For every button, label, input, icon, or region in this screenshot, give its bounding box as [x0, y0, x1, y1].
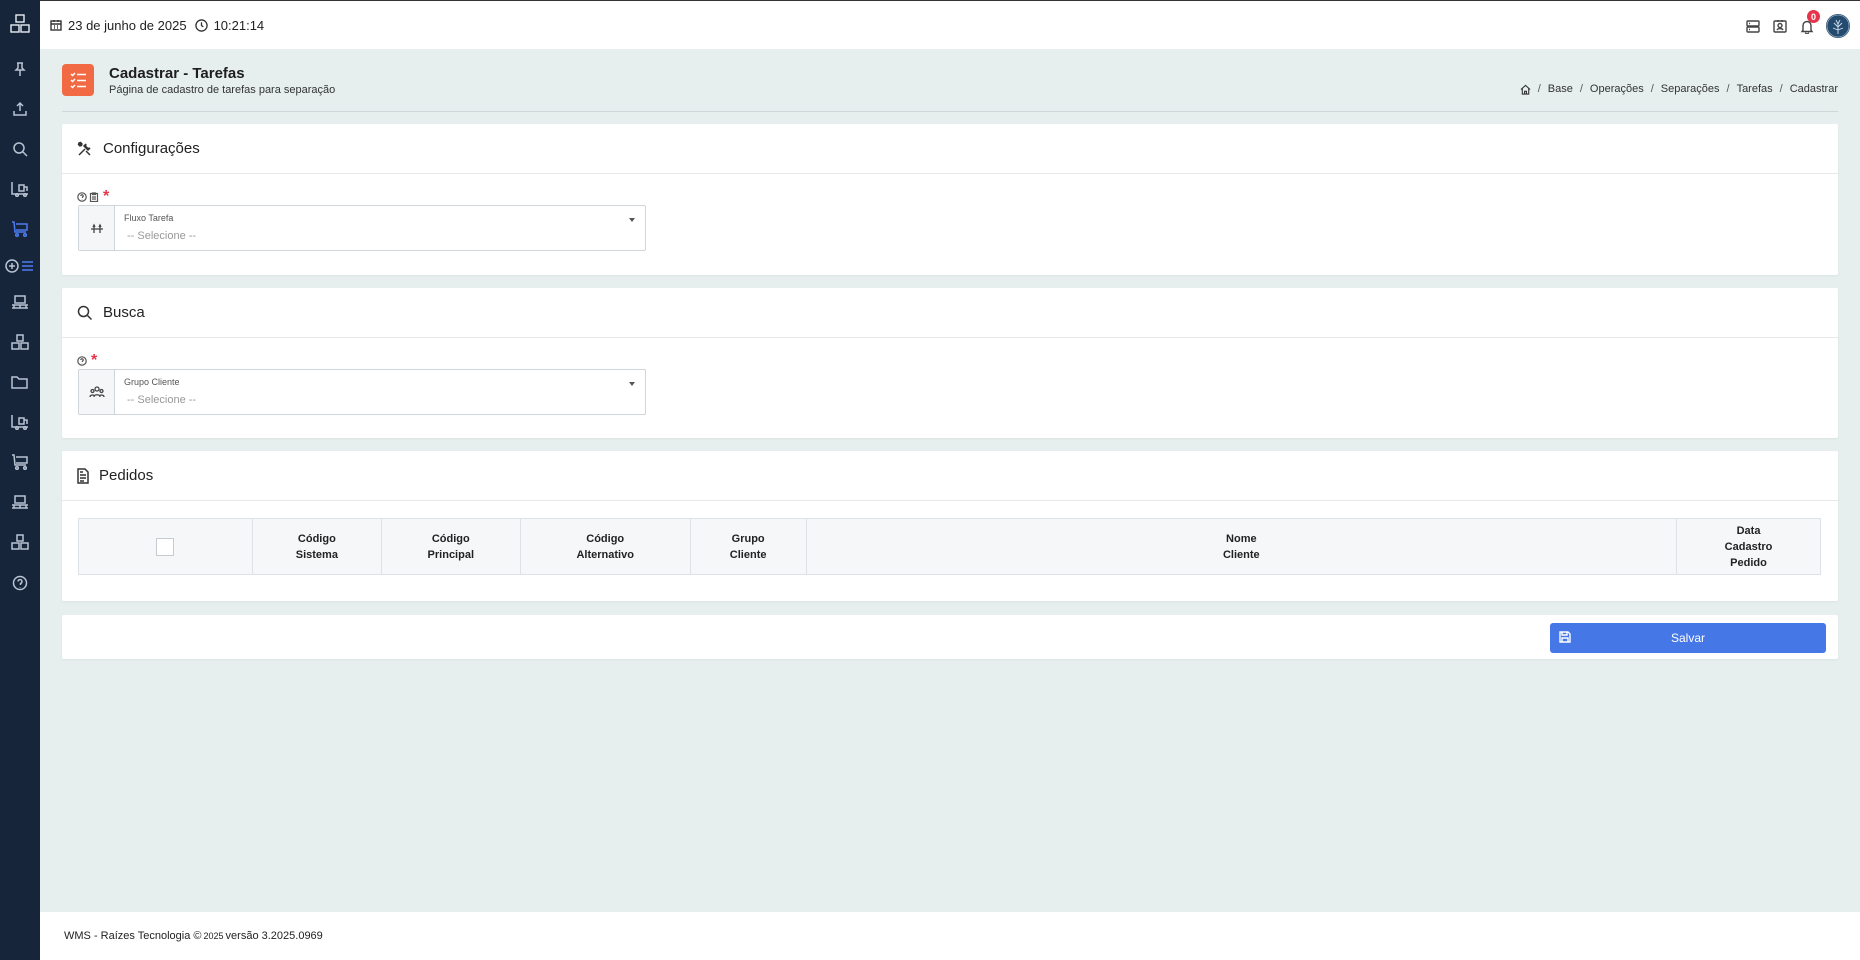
flow-icon [79, 206, 115, 250]
search-card-header: Busca [62, 288, 1838, 338]
clipboard-icon[interactable] [89, 192, 99, 202]
boxes-icon[interactable] [0, 528, 40, 556]
breadcrumb-base[interactable]: Base [1548, 83, 1573, 95]
fluxo-field-meta: * [77, 188, 110, 205]
col-nome-cliente[interactable]: Nome Cliente [805, 518, 1678, 575]
grupo-field-meta: * [77, 352, 98, 369]
page-title: Cadastrar - Tarefas [109, 65, 245, 82]
pallet-icon[interactable] [0, 288, 40, 316]
footer-year: 2025 [203, 931, 224, 941]
current-time: 10:21:14 [213, 17, 265, 33]
select-all-header [78, 518, 253, 575]
help-icon[interactable] [0, 569, 40, 597]
orders-table: Código Sistema Código Principal Código Alte… [78, 518, 1821, 575]
breadcrumb-tarefas[interactable]: Tarefas [1737, 83, 1773, 95]
top-bar: 23 de junho de 2025 10:21:14 0 [40, 0, 1860, 49]
save-icon [1559, 631, 1571, 643]
search-icon[interactable] [0, 135, 40, 163]
upload-icon[interactable] [0, 95, 40, 123]
users-group-icon [79, 370, 115, 414]
tree-logo-icon [1826, 14, 1850, 38]
sidebar [0, 0, 40, 960]
server-icon[interactable] [1740, 13, 1766, 39]
clock-icon [194, 18, 208, 32]
config-card-header: Configurações [62, 124, 1838, 174]
topbar-actions: 0 [1739, 10, 1850, 39]
grupo-cliente-value: -- Selecione -- [127, 394, 197, 406]
help-icon[interactable] [77, 356, 87, 366]
required-indicator: * [103, 188, 110, 205]
notification-badge: 0 [1807, 10, 1820, 23]
config-card-title: Configurações [103, 140, 200, 157]
cart-icon[interactable] [0, 448, 40, 476]
col-data-cadastro-pedido[interactable]: Data Cadastro Pedido [1676, 518, 1821, 575]
select-all-checkbox[interactable] [156, 537, 175, 556]
save-button[interactable]: Salvar [1550, 623, 1826, 653]
chevron-down-icon [629, 218, 635, 222]
page-header: Cadastrar - Tarefas Página de cadastro d… [62, 64, 1838, 112]
footer: WMS - Raízes Tecnologia © 2025 versão 3.… [40, 912, 1860, 960]
pallet-icon[interactable] [0, 488, 40, 516]
page-subtitle: Página de cadastro de tarefas para separ… [109, 84, 336, 96]
user-avatar[interactable] [1826, 14, 1850, 38]
footer-company: WMS - Raízes Tecnologia © [64, 930, 202, 942]
breadcrumb-current: Cadastrar [1789, 83, 1838, 95]
chevron-down-icon [629, 382, 635, 386]
help-icon[interactable] [77, 192, 87, 202]
forklift-icon[interactable] [0, 408, 40, 436]
orders-card-header: Pedidos [62, 451, 1838, 501]
forklift-icon[interactable] [0, 175, 40, 203]
tools-icon [77, 141, 91, 156]
search-icon [77, 305, 93, 320]
grupo-cliente-select[interactable]: Grupo Cliente -- Selecione -- [78, 369, 646, 415]
breadcrumb-separacoes[interactable]: Separações [1661, 83, 1720, 95]
current-date: 23 de junho de 2025 [68, 17, 187, 33]
col-codigo-sistema[interactable]: Código Sistema [251, 518, 382, 575]
folder-icon[interactable] [0, 368, 40, 396]
app-logo[interactable] [0, 0, 40, 48]
pin-icon[interactable] [0, 55, 40, 83]
col-grupo-cliente[interactable]: Grupo Cliente [689, 518, 807, 575]
footer-version: versão 3.2025.0969 [225, 930, 323, 942]
fluxo-tarefa-value: -- Selecione -- [127, 230, 197, 242]
calendar-icon [50, 20, 62, 31]
fluxo-tarefa-label: Fluxo Tarefa [124, 213, 174, 223]
add-list-icon[interactable] [0, 252, 40, 280]
required-indicator: * [91, 352, 98, 369]
fluxo-tarefa-dropdown[interactable]: Fluxo Tarefa -- Selecione -- [115, 206, 645, 250]
grupo-cliente-dropdown[interactable]: Grupo Cliente -- Selecione -- [115, 370, 645, 414]
actions-card: Salvar [62, 615, 1838, 659]
notification-bell-icon[interactable]: 0 [1794, 10, 1820, 39]
col-codigo-principal[interactable]: Código Principal [380, 518, 521, 575]
orders-card-title: Pedidos [99, 467, 154, 484]
col-codigo-alternativo[interactable]: Código Alternativo [519, 518, 691, 575]
boxes-icon[interactable] [0, 328, 40, 356]
task-list-icon [62, 64, 94, 96]
grupo-cliente-label: Grupo Cliente [124, 377, 180, 387]
document-icon [77, 467, 89, 484]
orders-card: Pedidos Código Sistema Código Principal Có… [62, 451, 1838, 601]
breadcrumb-operacoes[interactable]: Operações [1590, 83, 1644, 95]
table-header-row: Código Sistema Código Principal Código Alte… [78, 518, 1821, 575]
cart-icon[interactable] [0, 215, 40, 243]
date-display: 23 de junho de 2025 [50, 18, 187, 33]
fluxo-tarefa-select[interactable]: Fluxo Tarefa -- Selecione -- [78, 205, 646, 251]
time-display: 10:21:14 [194, 17, 265, 33]
config-card: Configurações * Fluxo Tarefa -- Selecion… [62, 124, 1838, 275]
breadcrumb: / Base / Operações / Separações / Tarefa… [1520, 83, 1838, 95]
save-button-label: Salvar [1670, 631, 1705, 645]
home-icon[interactable] [1520, 84, 1531, 95]
search-card-title: Busca [103, 304, 145, 321]
contact-card-icon[interactable] [1767, 13, 1793, 39]
search-card: Busca * Grupo Cliente -- Selecione -- [62, 288, 1838, 438]
